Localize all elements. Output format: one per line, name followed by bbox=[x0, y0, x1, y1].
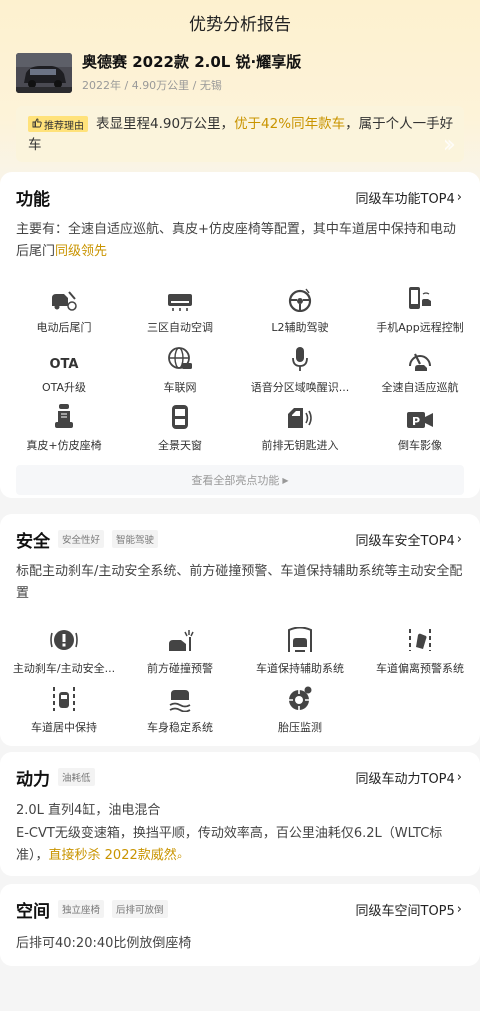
safety-card: 安全 安全性好 智能驾驶 同级车安全TOP4 › 标配主动刹车/主动安全系统、前方… bbox=[0, 514, 480, 746]
feature-item[interactable]: 全景天窗 bbox=[120, 404, 240, 453]
car-meta: 2022年 / 4.90万公里 / 无锡 bbox=[82, 79, 222, 92]
space-tag: 后排可放倒 bbox=[112, 900, 168, 918]
view-all-features-button[interactable]: 查看全部亮点功能 ▶ bbox=[16, 465, 464, 495]
safety-item[interactable]: 前方碰撞预警 bbox=[120, 627, 240, 676]
power-tag: 油耗低 bbox=[58, 768, 95, 786]
sunroof-icon bbox=[120, 404, 240, 430]
car-name: 奥德赛 2022款 2.0L 锐·耀享版 bbox=[82, 53, 302, 71]
tire-pressure-icon bbox=[240, 686, 360, 712]
space-tag: 独立座椅 bbox=[58, 900, 105, 918]
recommend-reason-box: 表显里程4.90万公里，优于42%同年款车，属于个人一手好车 推荐理由 ›› bbox=[16, 106, 464, 162]
seat-icon bbox=[4, 404, 124, 430]
space-desc: 后排可40:20:40比例放倒座椅 bbox=[16, 936, 192, 951]
safety-item[interactable]: 胎压监测 bbox=[240, 686, 360, 735]
feature-item[interactable]: 真皮+仿皮座椅 bbox=[4, 404, 124, 453]
chevron-right-icon: › bbox=[456, 531, 462, 547]
chevron-right-icon: › bbox=[456, 189, 462, 205]
safety-title: 安全 bbox=[16, 531, 50, 552]
features-title: 功能 bbox=[16, 189, 50, 210]
power-desc: E-CVT无级变速箱，换挡平顺，传动效率高，百公里油耗仅6.2L（WLTC标准）… bbox=[16, 826, 443, 863]
triangle-right-icon: ▶ bbox=[282, 475, 289, 485]
feature-item[interactable]: 电动后尾门 bbox=[4, 286, 124, 335]
features-desc: 主要有：全速自适应巡航、真皮+仿皮座椅等配置，其中车道居中保持和电动后尾门同级领… bbox=[16, 222, 456, 259]
car-thumbnail[interactable] bbox=[16, 53, 72, 93]
feature-item[interactable]: OTA OTA升级 bbox=[4, 346, 124, 395]
feature-item[interactable]: L2辅助驾驶 bbox=[240, 286, 360, 335]
power-engine: 2.0L 直列4缸，油电混合 bbox=[16, 803, 161, 818]
safety-desc: 标配主动刹车/主动安全系统、前方碰撞预警、车道保持辅助系统等主动安全配置 bbox=[16, 564, 463, 601]
space-card: 空间 独立座椅 后排可放倒 同级车空间TOP5 › 后排可40:20:40比例放倒… bbox=[0, 884, 480, 966]
feature-item[interactable]: 语音分区域唤醒识... bbox=[240, 346, 360, 395]
svg-text:P: P bbox=[412, 415, 420, 428]
compare-link[interactable]: 直接秒杀 2022款威然 bbox=[49, 848, 177, 863]
ota-icon: OTA bbox=[49, 357, 79, 372]
recommend-reason-text: 表显里程4.90万公里，优于42%同年款车，属于个人一手好车 bbox=[28, 116, 454, 153]
safety-top-link[interactable]: 同级车安全TOP4 › bbox=[356, 514, 463, 564]
safety-tag: 智能驾驶 bbox=[112, 530, 159, 548]
feature-item[interactable]: 手机App远程控制 bbox=[360, 286, 480, 335]
stability-icon bbox=[120, 686, 240, 712]
safety-item[interactable]: 车道居中保持 bbox=[4, 686, 124, 735]
recommend-badge: 推荐理由 bbox=[28, 116, 88, 132]
features-top-link[interactable]: 同级车功能TOP4 › bbox=[356, 172, 463, 222]
features-card: 功能 同级车功能TOP4 › 主要有：全速自适应巡航、真皮+仿皮座椅等配置，其中车… bbox=[0, 172, 480, 498]
space-top-link[interactable]: 同级车空间TOP5 › bbox=[356, 884, 463, 934]
lane-keep-icon bbox=[240, 627, 360, 653]
safety-item[interactable]: 车身稳定系统 bbox=[120, 686, 240, 735]
lane-center-icon bbox=[4, 686, 124, 712]
brake-icon bbox=[4, 627, 124, 653]
speedometer-icon bbox=[360, 346, 480, 372]
microphone-icon bbox=[240, 346, 360, 372]
tailgate-icon bbox=[4, 286, 124, 312]
space-title: 空间 bbox=[16, 901, 50, 922]
safety-item[interactable]: 主动刹车/主动安全... bbox=[4, 627, 124, 676]
safety-item[interactable]: 车道偏离预警系统 bbox=[360, 627, 480, 676]
chevron-right-icon: › bbox=[456, 769, 462, 785]
feature-item[interactable]: 前排无钥匙进入 bbox=[240, 404, 360, 453]
safety-item[interactable]: 车道保持辅助系统 bbox=[240, 627, 360, 676]
camera-icon: P bbox=[360, 404, 480, 430]
power-title: 动力 bbox=[16, 769, 50, 790]
phone-car-icon bbox=[360, 286, 480, 312]
ac-icon bbox=[120, 286, 240, 312]
power-card: 动力 油耗低 同级车动力TOP4 › 2.0L 直列4缸，油电混合 E-CVT无级… bbox=[0, 752, 480, 876]
keyless-door-icon bbox=[240, 404, 360, 430]
collision-icon bbox=[120, 627, 240, 653]
thumbs-up-icon bbox=[32, 117, 42, 131]
chevron-decoration-icon: ›› bbox=[442, 130, 456, 158]
globe-car-icon bbox=[120, 346, 240, 372]
feature-item[interactable]: 全速自适应巡航 bbox=[360, 346, 480, 395]
chevron-right-icon: › bbox=[456, 901, 462, 917]
feature-item[interactable]: 车联网 bbox=[120, 346, 240, 395]
feature-item[interactable]: P 倒车影像 bbox=[360, 404, 480, 453]
feature-item[interactable]: 三区自动空调 bbox=[120, 286, 240, 335]
power-top-link[interactable]: 同级车动力TOP4 › bbox=[356, 752, 463, 802]
lane-departure-icon bbox=[360, 627, 480, 653]
page-title: 优势分析报告 bbox=[189, 15, 291, 35]
search-icon: ⌕ bbox=[176, 851, 183, 862]
safety-tag: 安全性好 bbox=[58, 530, 105, 548]
steering-wheel-icon bbox=[240, 286, 360, 312]
